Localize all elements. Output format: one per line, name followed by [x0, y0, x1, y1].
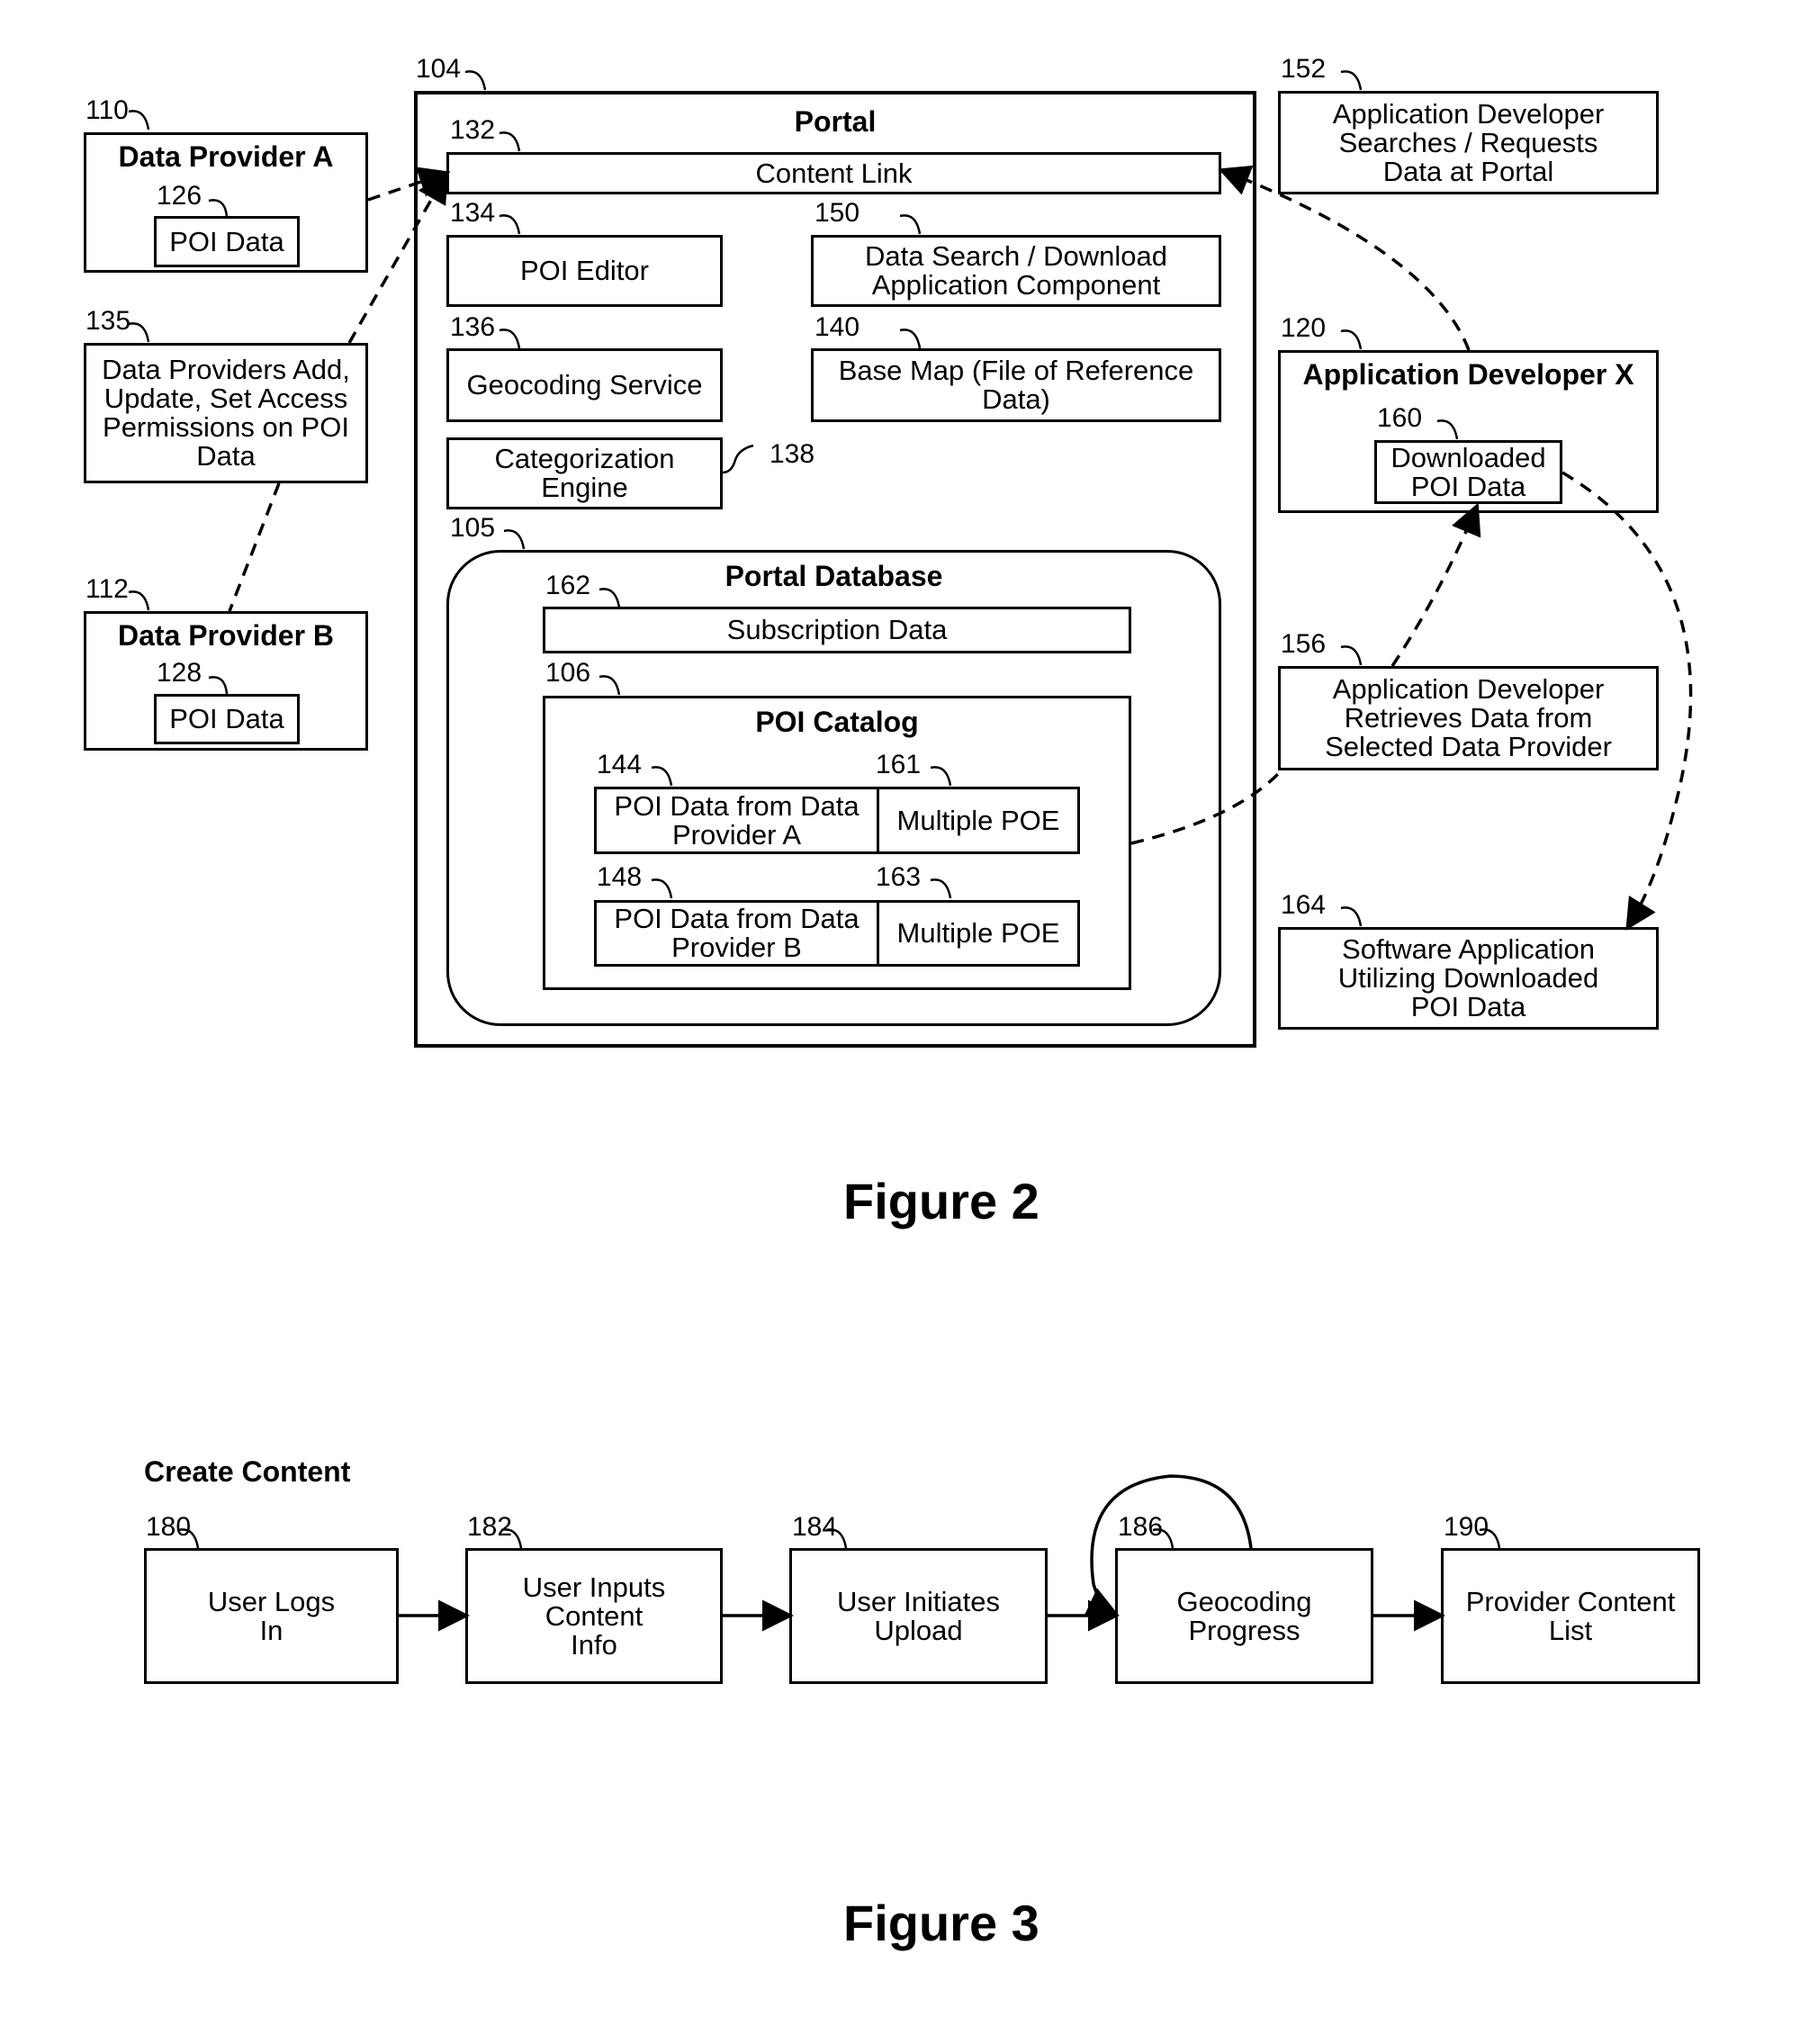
- catalog-row-b-data-ref: 148: [597, 862, 643, 892]
- poi-editor-label: POI Editor: [520, 255, 649, 286]
- subscription-data-label: Subscription Data: [726, 614, 948, 645]
- content-link-label: Content Link: [755, 157, 913, 189]
- app-developer-title: Application Developer X: [1302, 358, 1634, 391]
- poi-data-a-ref: 126: [157, 181, 202, 211]
- portal-database-ref: 105: [450, 513, 496, 543]
- geocoding-service-ref: 136: [450, 312, 496, 342]
- step-user-initiates-upload[interactable]: User Initiates Upload: [789, 1548, 1048, 1684]
- data-provider-a-title: Data Provider A: [118, 140, 334, 173]
- step-ref: 180: [146, 1512, 192, 1542]
- catalog-row-b-data: POI Data from Data Provider B: [597, 903, 879, 964]
- downloaded-poi-ref: 160: [1377, 403, 1423, 433]
- poi-data-b-label: POI Data: [169, 703, 284, 734]
- provider-actions-ref: 135: [86, 306, 131, 336]
- step-ref: 186: [1118, 1512, 1164, 1542]
- geocoding-service-label: Geocoding Service: [466, 369, 703, 401]
- catalog-row-a-data: POI Data from Data Provider A: [597, 789, 879, 851]
- data-provider-b-ref: 112: [86, 574, 129, 604]
- app-developer-ref: 120: [1281, 313, 1327, 343]
- subscription-data-ref: 162: [545, 571, 591, 600]
- subscription-data-box[interactable]: Subscription Data: [543, 607, 1131, 653]
- portal-title: Portal: [794, 105, 877, 138]
- dev-retrieves-ref: 156: [1281, 629, 1327, 659]
- dev-search-box[interactable]: Application Developer Searches / Request…: [1278, 91, 1659, 194]
- step-user-logs-in[interactable]: User Logs In: [144, 1548, 399, 1684]
- data-search-box[interactable]: Data Search / Download Application Compo…: [811, 235, 1221, 307]
- poi-editor-ref: 134: [450, 198, 496, 228]
- catalog-row-a-data-ref: 144: [597, 750, 643, 779]
- geocoding-service-box[interactable]: Geocoding Service: [446, 348, 723, 422]
- catalog-row-a-poe: Multiple POE: [896, 804, 1060, 836]
- poi-catalog-ref: 106: [545, 658, 591, 688]
- software-app-ref: 164: [1281, 890, 1327, 920]
- poi-data-b-box[interactable]: POI Data: [154, 694, 300, 744]
- step-ref: 190: [1444, 1512, 1490, 1542]
- catalog-row-a-poe-ref: 161: [876, 750, 922, 779]
- data-provider-b-title: Data Provider B: [117, 619, 335, 652]
- poi-data-a-box[interactable]: POI Data: [154, 216, 300, 267]
- categorization-engine-box[interactable]: Categorization Engine: [446, 437, 723, 509]
- figure-3-caption: Figure 3: [843, 1895, 1040, 1951]
- portal-ref: 104: [416, 54, 462, 84]
- poi-data-b-ref: 128: [157, 658, 202, 688]
- categorization-engine-ref: 138: [770, 439, 815, 469]
- figure-2-caption: Figure 2: [843, 1173, 1040, 1229]
- poi-data-a-label: POI Data: [169, 225, 284, 257]
- downloaded-poi-box[interactable]: Downloaded POI Data: [1374, 440, 1562, 504]
- content-link-ref: 132: [450, 115, 496, 145]
- poi-catalog-title: POI Catalog: [755, 706, 919, 738]
- base-map-ref: 140: [814, 312, 860, 342]
- step-provider-content-list[interactable]: Provider Content List: [1441, 1548, 1700, 1684]
- dev-search-ref: 152: [1281, 54, 1327, 84]
- catalog-row-b-poe: Multiple POE: [896, 917, 1060, 949]
- poi-editor-box[interactable]: POI Editor: [446, 235, 723, 307]
- data-search-ref: 150: [814, 198, 860, 228]
- catalog-row[interactable]: POI Data from Data Provider B Multiple P…: [594, 900, 1080, 967]
- step-ref: 182: [467, 1512, 513, 1542]
- step-ref: 184: [792, 1512, 838, 1542]
- step-geocoding-progress[interactable]: Geocoding Progress: [1115, 1548, 1373, 1684]
- catalog-row-b-poe-ref: 163: [876, 862, 922, 892]
- content-link-box[interactable]: Content Link: [446, 152, 1221, 194]
- catalog-row[interactable]: POI Data from Data Provider A Multiple P…: [594, 787, 1080, 854]
- software-app-box[interactable]: Software Application Utilizing Downloade…: [1278, 927, 1659, 1030]
- dev-retrieves-box[interactable]: Application Developer Retrieves Data fro…: [1278, 666, 1659, 770]
- base-map-box[interactable]: Base Map (File of Reference Data): [811, 348, 1221, 422]
- step-user-inputs-content[interactable]: User Inputs Content Info: [465, 1548, 723, 1684]
- create-content-heading: Create Content: [144, 1455, 351, 1488]
- provider-actions-box[interactable]: Data Providers Add, Update, Set Access P…: [84, 343, 368, 483]
- data-provider-a-ref: 110: [86, 95, 129, 125]
